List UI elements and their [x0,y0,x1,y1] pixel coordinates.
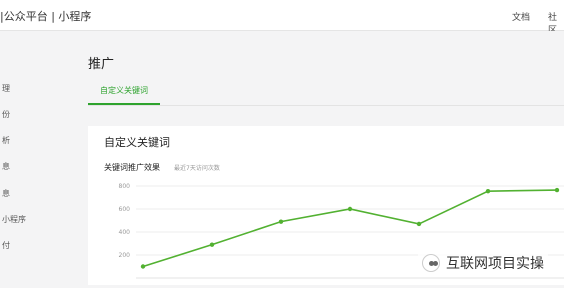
sidebar-item-7[interactable]: 付 [2,240,10,251]
y-tick-label: 600 [119,206,131,213]
sidebar-item-5[interactable]: 息 [2,188,10,199]
data-point [416,221,422,227]
data-point [278,219,284,224]
sidebar: 理 份 析 息 息 小程序 付 [0,31,70,285]
watermark: 互联网项目实操 [418,251,548,275]
watermark-text: 互联网项目实操 [446,256,544,272]
brand-title: |公众平台 | 小程序 [0,10,92,23]
sidebar-item-1[interactable]: 理 [2,83,10,94]
y-tick-label: 800 [119,183,131,190]
chart-subtitle: 最近7天访问次数 [174,165,220,172]
sidebar-item-3[interactable]: 析 [2,135,10,146]
page-title: 推广 [88,57,115,72]
wechat-icon [422,254,440,272]
data-point [347,206,353,212]
sidebar-item-4[interactable]: 息 [2,161,10,172]
y-tick-label: 200 [119,252,131,259]
data-point [209,242,215,247]
top-bar: |公众平台 | 小程序 文档 社区 [0,0,564,36]
card-title: 自定义关键词 [104,136,170,149]
main-content: 推广 自定义关键词 自定义关键词 关键词推广效果 最近7天访问次数 200 400… [70,31,564,285]
y-tick-label: 400 [119,229,131,236]
sidebar-item-6[interactable]: 小程序 [2,214,26,225]
docs-link[interactable]: 文档 [512,10,530,23]
data-point [485,188,491,194]
data-point [554,187,560,193]
tab-divider [88,105,564,106]
data-point [140,264,146,269]
chart-title: 关键词推广效果 [104,163,160,172]
tab-custom-keywords[interactable]: 自定义关键词 [88,85,160,105]
sidebar-item-2[interactable]: 份 [2,109,10,120]
